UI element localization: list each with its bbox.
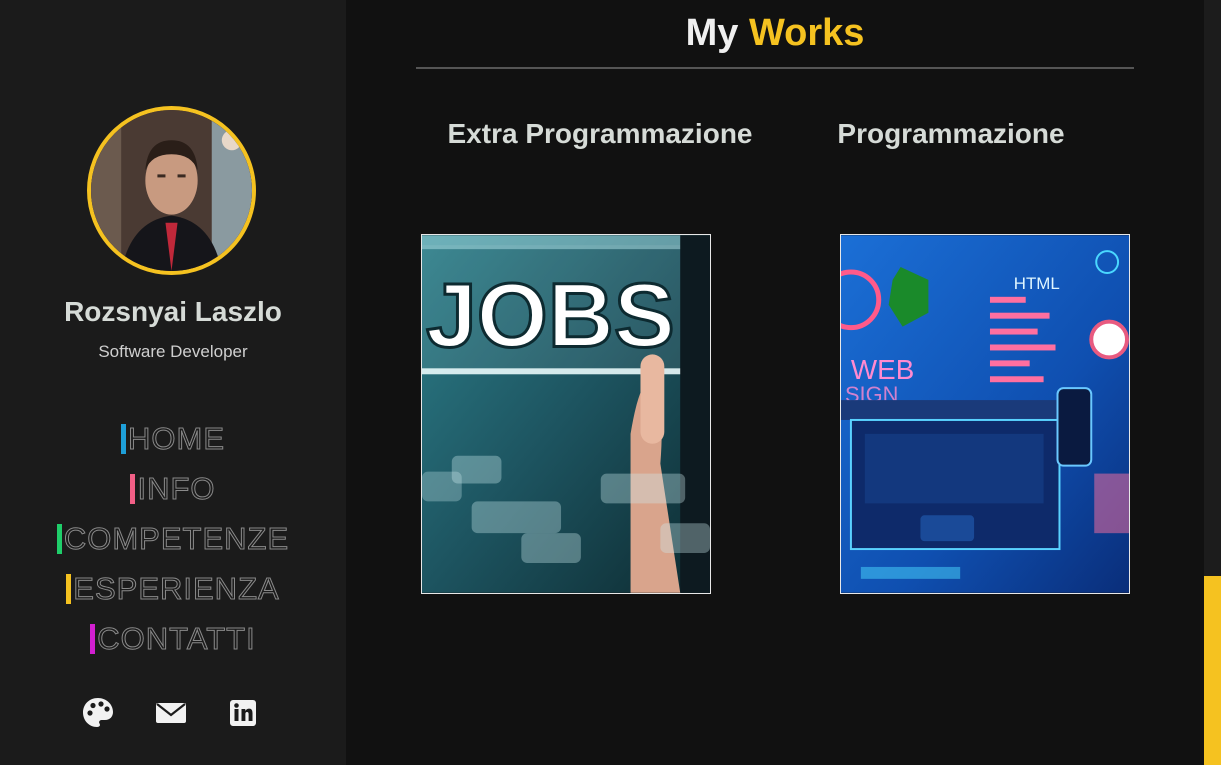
- linkedin-icon[interactable]: [226, 696, 260, 730]
- nav-indicator: [130, 474, 136, 504]
- nav-label: HOME: [128, 421, 225, 457]
- palette-icon[interactable]: [81, 696, 115, 730]
- programming-image: HTML WEB SIGN: [841, 235, 1129, 593]
- nav-label: ESPERIENZA: [73, 571, 280, 607]
- section-title: My Works: [346, 12, 1204, 55]
- scrollbar-thumb[interactable]: [1204, 576, 1221, 765]
- profile-photo: [91, 110, 252, 271]
- nav-item-home[interactable]: HOME: [0, 414, 346, 464]
- jobs-image: JOBS: [422, 235, 710, 593]
- works-section: My Works Extra Programmazione Programmaz…: [346, 0, 1204, 765]
- social-links: [0, 696, 346, 730]
- jobs-image-text: JOBS: [426, 264, 675, 366]
- programming-image-text-1: HTML: [1014, 274, 1060, 293]
- sidebar: Rozsnyai Laszlo Software Developer HOME …: [0, 0, 346, 765]
- category-extra-programmazione[interactable]: Extra Programmazione: [434, 118, 766, 150]
- title-accent: Works: [748, 12, 865, 54]
- scrollbar[interactable]: [1204, 0, 1221, 765]
- category-programmazione[interactable]: Programmazione: [826, 118, 1076, 150]
- nav-label: INFO: [137, 471, 216, 507]
- nav-item-esperienza[interactable]: ESPERIENZA: [0, 564, 346, 614]
- nav-item-competenze[interactable]: COMPETENZE: [0, 514, 346, 564]
- nav-item-contatti[interactable]: CONTATTI: [0, 614, 346, 664]
- nav-indicator: [66, 574, 72, 604]
- profile-name: Rozsnyai Laszlo: [64, 296, 282, 327]
- work-card-programmazione[interactable]: HTML WEB SIGN: [840, 234, 1130, 594]
- programming-image-text-2: WEB: [851, 354, 914, 385]
- title-divider: [416, 67, 1134, 69]
- title-prefix: My: [685, 12, 739, 54]
- nav-indicator: [90, 624, 96, 654]
- nav-indicator: [121, 424, 126, 454]
- avatar: [87, 106, 256, 275]
- main-nav: HOME INFO COMPETENZE ESPERIENZA CONTATTI: [0, 414, 346, 664]
- envelope-icon[interactable]: [154, 696, 188, 730]
- nav-label: CONTATTI: [97, 621, 256, 657]
- nav-label: COMPETENZE: [63, 521, 290, 557]
- nav-indicator: [56, 524, 62, 554]
- work-card-jobs[interactable]: JOBS: [421, 234, 711, 594]
- profile-role: Software Developer: [98, 342, 248, 361]
- nav-item-info[interactable]: INFO: [0, 464, 346, 514]
